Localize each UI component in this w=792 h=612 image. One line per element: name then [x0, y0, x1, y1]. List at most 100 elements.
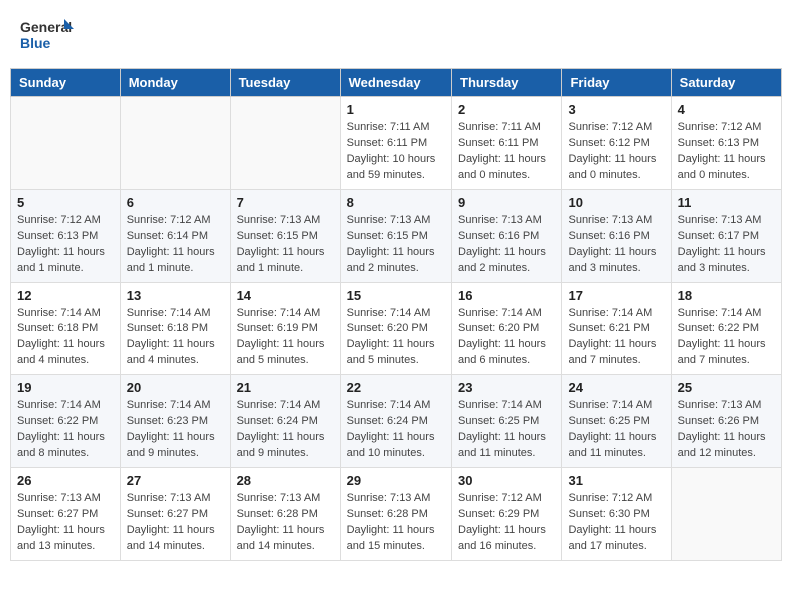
day-number: 3: [568, 102, 664, 117]
calendar-cell: 2Sunrise: 7:11 AM Sunset: 6:11 PM Daylig…: [452, 97, 562, 190]
day-number: 12: [17, 288, 114, 303]
day-info: Sunrise: 7:14 AM Sunset: 6:25 PM Dayligh…: [568, 398, 664, 462]
day-number: 20: [127, 380, 224, 395]
day-info: Sunrise: 7:13 AM Sunset: 6:15 PM Dayligh…: [237, 213, 334, 277]
calendar-cell: 24Sunrise: 7:14 AM Sunset: 6:25 PM Dayli…: [562, 375, 671, 468]
day-info: Sunrise: 7:12 AM Sunset: 6:14 PM Dayligh…: [127, 213, 224, 277]
weekday-header: Thursday: [452, 69, 562, 97]
day-info: Sunrise: 7:12 AM Sunset: 6:13 PM Dayligh…: [678, 120, 775, 184]
weekday-header: Tuesday: [230, 69, 340, 97]
day-number: 27: [127, 473, 224, 488]
day-number: 11: [678, 195, 775, 210]
calendar-cell: 5Sunrise: 7:12 AM Sunset: 6:13 PM Daylig…: [11, 189, 121, 282]
calendar-cell: 25 Sunrise: 7:13 AM Sunset: 6:26 PM Dayli…: [671, 375, 781, 468]
calendar-cell: 7 Sunrise: 7:13 AM Sunset: 6:15 PM Daylig…: [230, 189, 340, 282]
day-number: 25: [678, 380, 775, 395]
day-info: Sunrise: 7:13 AM Sunset: 6:16 PM Dayligh…: [458, 213, 555, 277]
logo: General Blue: [20, 15, 75, 53]
day-info: Sunrise: 7:14 AM Sunset: 6:18 PM Dayligh…: [17, 306, 114, 370]
weekday-header: Wednesday: [340, 69, 451, 97]
calendar-cell: 28Sunrise: 7:13 AM Sunset: 6:28 PM Dayli…: [230, 468, 340, 561]
day-info: Sunrise: 7:13 AM Sunset: 6:17 PM Dayligh…: [678, 213, 775, 277]
calendar-cell: 29Sunrise: 7:13 AM Sunset: 6:28 PM Dayli…: [340, 468, 451, 561]
day-info: Sunrise: 7:14 AM Sunset: 6:22 PM Dayligh…: [678, 306, 775, 370]
calendar-cell: 23 Sunrise: 7:14 AM Sunset: 6:25 PM Dayli…: [452, 375, 562, 468]
day-number: 9: [458, 195, 555, 210]
day-info: Sunrise: 7:14 AM Sunset: 6:21 PM Dayligh…: [568, 306, 664, 370]
calendar-cell: 10 Sunrise: 7:13 AM Sunset: 6:16 PM Dayli…: [562, 189, 671, 282]
day-info: Sunrise: 7:11 AM Sunset: 6:11 PM Dayligh…: [458, 120, 555, 184]
day-info: Sunrise: 7:14 AM Sunset: 6:22 PM Dayligh…: [17, 398, 114, 462]
day-info: Sunrise: 7:14 AM Sunset: 6:24 PM Dayligh…: [347, 398, 445, 462]
day-number: 4: [678, 102, 775, 117]
day-number: 31: [568, 473, 664, 488]
day-number: 15: [347, 288, 445, 303]
calendar-cell: [671, 468, 781, 561]
calendar-cell: 13 Sunrise: 7:14 AM Sunset: 6:18 PM Dayli…: [120, 282, 230, 375]
day-number: 19: [17, 380, 114, 395]
calendar-cell: 12 Sunrise: 7:14 AM Sunset: 6:18 PM Dayli…: [11, 282, 121, 375]
calendar-cell: 18Sunrise: 7:14 AM Sunset: 6:22 PM Dayli…: [671, 282, 781, 375]
day-info: Sunrise: 7:14 AM Sunset: 6:20 PM Dayligh…: [458, 306, 555, 370]
day-info: Sunrise: 7:13 AM Sunset: 6:28 PM Dayligh…: [237, 491, 334, 555]
calendar-cell: 4 Sunrise: 7:12 AM Sunset: 6:13 PM Daylig…: [671, 97, 781, 190]
calendar-cell: 21 Sunrise: 7:14 AM Sunset: 6:24 PM Dayli…: [230, 375, 340, 468]
day-info: Sunrise: 7:14 AM Sunset: 6:18 PM Dayligh…: [127, 306, 224, 370]
calendar-week-row: 26Sunrise: 7:13 AM Sunset: 6:27 PM Dayli…: [11, 468, 782, 561]
day-number: 14: [237, 288, 334, 303]
weekday-header: Monday: [120, 69, 230, 97]
calendar-cell: 30 Sunrise: 7:12 AM Sunset: 6:29 PM Dayli…: [452, 468, 562, 561]
day-info: Sunrise: 7:12 AM Sunset: 6:30 PM Dayligh…: [568, 491, 664, 555]
calendar-cell: 27 Sunrise: 7:13 AM Sunset: 6:27 PM Dayli…: [120, 468, 230, 561]
calendar-week-row: 1Sunrise: 7:11 AM Sunset: 6:11 PM Daylig…: [11, 97, 782, 190]
weekday-header: Saturday: [671, 69, 781, 97]
day-number: 16: [458, 288, 555, 303]
day-info: Sunrise: 7:13 AM Sunset: 6:15 PM Dayligh…: [347, 213, 445, 277]
calendar-cell: 26Sunrise: 7:13 AM Sunset: 6:27 PM Dayli…: [11, 468, 121, 561]
calendar-cell: 14 Sunrise: 7:14 AM Sunset: 6:19 PM Dayli…: [230, 282, 340, 375]
weekday-header-row: SundayMondayTuesdayWednesdayThursdayFrid…: [11, 69, 782, 97]
day-number: 10: [568, 195, 664, 210]
day-info: Sunrise: 7:12 AM Sunset: 6:12 PM Dayligh…: [568, 120, 664, 184]
day-number: 21: [237, 380, 334, 395]
day-info: Sunrise: 7:12 AM Sunset: 6:13 PM Dayligh…: [17, 213, 114, 277]
day-info: Sunrise: 7:14 AM Sunset: 6:25 PM Dayligh…: [458, 398, 555, 462]
day-number: 7: [237, 195, 334, 210]
day-info: Sunrise: 7:13 AM Sunset: 6:16 PM Dayligh…: [568, 213, 664, 277]
day-number: 17: [568, 288, 664, 303]
day-number: 22: [347, 380, 445, 395]
day-info: Sunrise: 7:11 AM Sunset: 6:11 PM Dayligh…: [347, 120, 445, 184]
page-header: General Blue: [10, 10, 782, 58]
logo-svg: General Blue: [20, 15, 75, 53]
calendar-cell: 3 Sunrise: 7:12 AM Sunset: 6:12 PM Daylig…: [562, 97, 671, 190]
calendar-cell: 15Sunrise: 7:14 AM Sunset: 6:20 PM Dayli…: [340, 282, 451, 375]
calendar-cell: [230, 97, 340, 190]
day-info: Sunrise: 7:13 AM Sunset: 6:27 PM Dayligh…: [17, 491, 114, 555]
day-info: Sunrise: 7:14 AM Sunset: 6:24 PM Dayligh…: [237, 398, 334, 462]
calendar-week-row: 19 Sunrise: 7:14 AM Sunset: 6:22 PM Dayli…: [11, 375, 782, 468]
calendar-cell: 8 Sunrise: 7:13 AM Sunset: 6:15 PM Daylig…: [340, 189, 451, 282]
calendar-cell: 31 Sunrise: 7:12 AM Sunset: 6:30 PM Dayli…: [562, 468, 671, 561]
calendar-cell: 1Sunrise: 7:11 AM Sunset: 6:11 PM Daylig…: [340, 97, 451, 190]
day-number: 13: [127, 288, 224, 303]
calendar-cell: 17 Sunrise: 7:14 AM Sunset: 6:21 PM Dayli…: [562, 282, 671, 375]
weekday-header: Friday: [562, 69, 671, 97]
calendar-week-row: 5Sunrise: 7:12 AM Sunset: 6:13 PM Daylig…: [11, 189, 782, 282]
calendar-cell: 11 Sunrise: 7:13 AM Sunset: 6:17 PM Dayli…: [671, 189, 781, 282]
day-number: 8: [347, 195, 445, 210]
calendar-cell: 19 Sunrise: 7:14 AM Sunset: 6:22 PM Dayli…: [11, 375, 121, 468]
day-info: Sunrise: 7:12 AM Sunset: 6:29 PM Dayligh…: [458, 491, 555, 555]
calendar-cell: 22 Sunrise: 7:14 AM Sunset: 6:24 PM Dayli…: [340, 375, 451, 468]
weekday-header: Sunday: [11, 69, 121, 97]
day-number: 30: [458, 473, 555, 488]
calendar-table: SundayMondayTuesdayWednesdayThursdayFrid…: [10, 68, 782, 561]
calendar-cell: 6Sunrise: 7:12 AM Sunset: 6:14 PM Daylig…: [120, 189, 230, 282]
day-info: Sunrise: 7:13 AM Sunset: 6:26 PM Dayligh…: [678, 398, 775, 462]
calendar-cell: 16 Sunrise: 7:14 AM Sunset: 6:20 PM Dayli…: [452, 282, 562, 375]
day-info: Sunrise: 7:14 AM Sunset: 6:19 PM Dayligh…: [237, 306, 334, 370]
calendar-week-row: 12 Sunrise: 7:14 AM Sunset: 6:18 PM Dayli…: [11, 282, 782, 375]
day-info: Sunrise: 7:13 AM Sunset: 6:27 PM Dayligh…: [127, 491, 224, 555]
svg-text:Blue: Blue: [20, 35, 51, 51]
calendar-cell: 20Sunrise: 7:14 AM Sunset: 6:23 PM Dayli…: [120, 375, 230, 468]
day-number: 23: [458, 380, 555, 395]
